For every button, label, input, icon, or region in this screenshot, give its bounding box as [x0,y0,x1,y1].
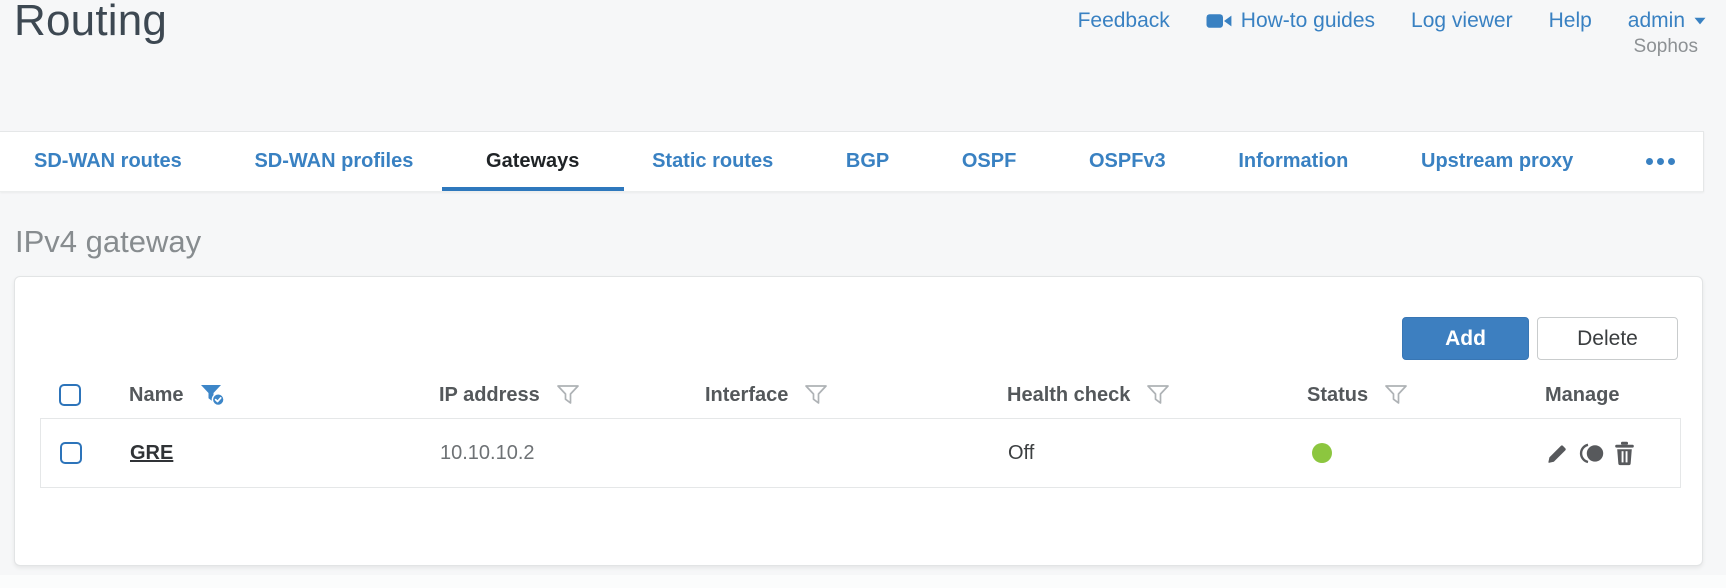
tab-static-routes[interactable]: Static routes [646,132,779,191]
tab-ospfv3[interactable]: OSPFv3 [1083,132,1172,191]
page-bottom-area [0,575,1726,588]
clone-icon[interactable] [1578,442,1605,465]
select-all-checkbox[interactable] [59,384,81,406]
table-header-row: Name IP address Interface Health check S… [40,372,1681,418]
row-checkbox[interactable] [60,442,82,464]
nav-how-to-guides[interactable]: How-to guides [1206,9,1375,33]
page-title: Routing [14,0,168,45]
table-row: GRE 10.10.10.2 Off [40,418,1681,488]
nav-log-viewer[interactable]: Log viewer [1411,9,1513,33]
filter-icon[interactable] [804,384,828,406]
nav-help[interactable]: Help [1549,9,1592,33]
tabs-overflow-button[interactable] [1640,132,1681,191]
column-header-name: Name [129,383,184,406]
ipv4-gateway-panel: Add Delete Name IP address Interface Hea… [14,276,1703,566]
videocam-icon [1206,12,1232,30]
caret-down-icon [1694,17,1706,25]
column-header-interface: Interface [705,383,789,406]
edit-icon[interactable] [1546,441,1570,465]
section-title-ipv4-gateway: IPv4 gateway [15,224,202,259]
brand-label: Sophos [1633,36,1698,57]
column-header-status: Status [1307,383,1369,406]
nav-feedback[interactable]: Feedback [1078,9,1170,33]
column-header-health-check: Health check [1007,383,1131,406]
ellipsis-icon [1645,158,1653,165]
delete-icon[interactable] [1613,441,1636,466]
column-header-ip-address: IP address [439,383,540,406]
user-menu-label: admin [1627,9,1685,32]
status-up-dot [1312,443,1332,463]
tab-ospf[interactable]: OSPF [956,132,1022,191]
routing-page: Routing Feedback How-to guides Log viewe… [0,0,1726,588]
tab-sd-wan-routes[interactable]: SD-WAN routes [28,132,188,191]
column-header-manage: Manage [1545,383,1620,406]
add-button[interactable]: Add [1402,317,1529,360]
gateway-health-check-cell: Off [1008,441,1035,464]
tab-upstream-proxy[interactable]: Upstream proxy [1415,132,1579,191]
tab-gateways[interactable]: Gateways [480,132,585,191]
tab-bgp[interactable]: BGP [840,132,895,191]
tab-information[interactable]: Information [1232,132,1354,191]
nav-how-to-guides-label: How-to guides [1240,9,1376,32]
gateway-table: Name IP address Interface Health check S… [40,372,1681,488]
filter-active-icon[interactable] [199,383,226,407]
ellipsis-icon [1656,158,1664,165]
ellipsis-icon [1667,158,1675,165]
filter-icon[interactable] [1146,384,1170,406]
utility-nav: Feedback How-to guides Log viewer Help a… [1078,9,1706,33]
delete-button[interactable]: Delete [1537,317,1678,360]
user-menu[interactable]: admin [1628,9,1706,33]
tab-sd-wan-profiles[interactable]: SD-WAN profiles [248,132,419,191]
gateway-ip-cell: 10.10.10.2 [440,441,535,464]
filter-icon[interactable] [1384,384,1408,406]
filter-icon[interactable] [556,384,580,406]
routing-tab-bar: SD-WAN routes SD-WAN profiles Gateways S… [0,131,1704,192]
gateway-name-link[interactable]: GRE [130,442,173,465]
